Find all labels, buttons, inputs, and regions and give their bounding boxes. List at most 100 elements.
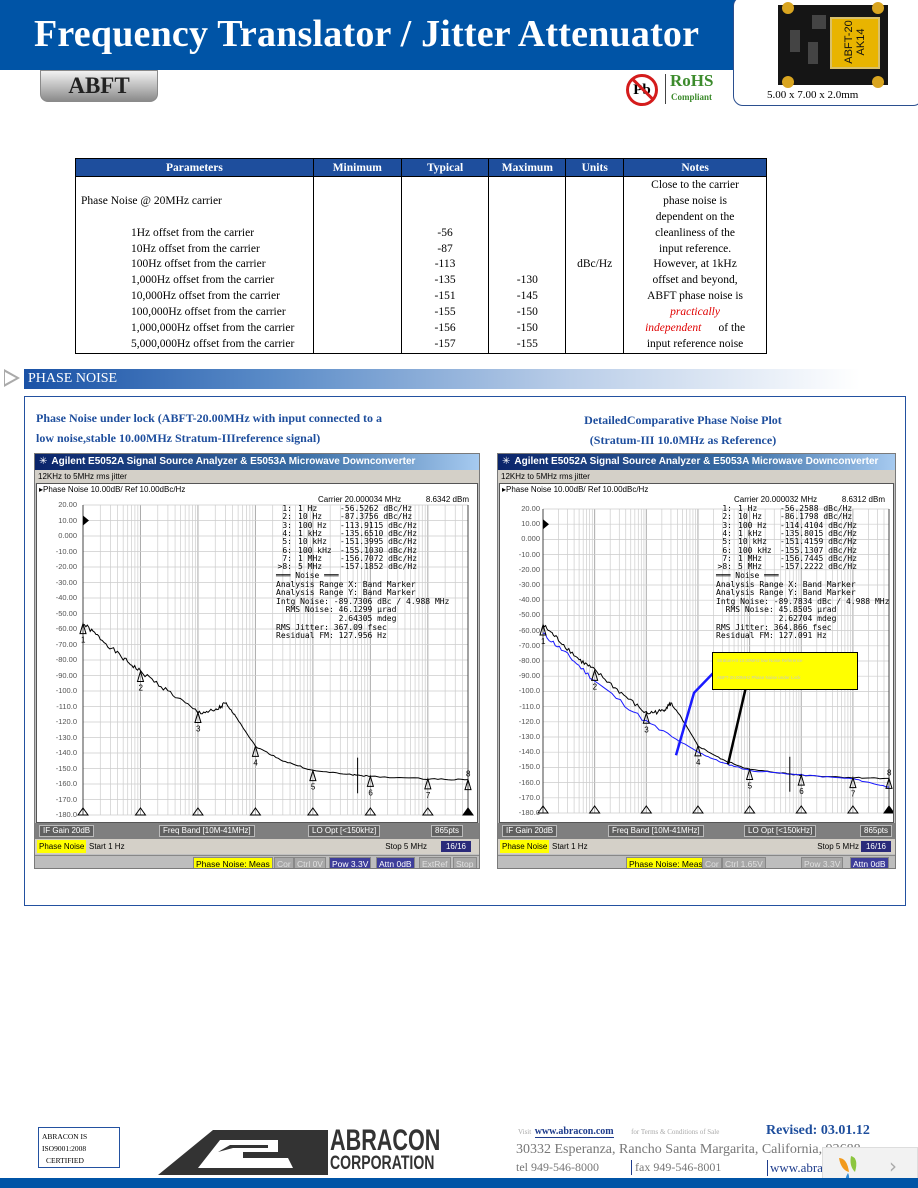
annotation-line: Stratum-III 10.00MHz low Noise Reference bbox=[717, 658, 803, 663]
softkey-pow-3-3v[interactable]: Pow 3.3V bbox=[801, 857, 844, 868]
status-field: LO Opt [<150kHz] bbox=[308, 825, 381, 837]
y-tick-label: 0.000 bbox=[521, 534, 540, 544]
section-title: PHASE NOISE bbox=[28, 371, 118, 386]
note-line: However, at 1kHz bbox=[653, 258, 737, 271]
start-frequency: Start 1 Hz bbox=[89, 842, 125, 851]
status-field: 865pts bbox=[860, 825, 893, 837]
y-tick-label: -120.0 bbox=[518, 716, 540, 726]
maximum-value: -155 bbox=[516, 337, 538, 350]
chip-component bbox=[790, 30, 800, 52]
softkey-ctrl-1-65v[interactable]: Ctrl 1.65V bbox=[722, 857, 766, 868]
maximum-cell: -130 -145 -150 -150 -155 bbox=[488, 176, 567, 354]
chip-pad bbox=[872, 76, 884, 88]
softkey-attn-0db[interactable]: Attn 0dB bbox=[850, 857, 889, 868]
graph-panel: ▸Phase Noise 10.00dB/ Ref 10.00dBc/Hz 1 2 3… bbox=[36, 483, 478, 823]
y-tick-label: -100.0 bbox=[518, 686, 540, 696]
chevron-right-icon[interactable]: › bbox=[889, 1154, 897, 1178]
status-bar: IF Gain 20dB Freq Band [10M-41MHz] LO Opt … bbox=[498, 823, 895, 839]
maximum-value: -150 bbox=[516, 322, 538, 335]
y-tick-label: -50.00 bbox=[55, 608, 77, 618]
y-tick-label: -90.00 bbox=[55, 670, 77, 680]
annotation-arrow bbox=[726, 686, 748, 765]
softkey-cor[interactable]: Cor bbox=[702, 857, 722, 868]
mode-indicator[interactable]: Phase Noise bbox=[500, 840, 550, 853]
softkey-cor[interactable]: Cor bbox=[274, 857, 294, 868]
softkey-ctrl-0v[interactable]: Ctrl 0V bbox=[294, 857, 326, 868]
softkey-extref[interactable]: ExtRef bbox=[419, 857, 451, 868]
right-plot-caption: DetailedComparative Phase Noise Plot (Str… bbox=[584, 413, 782, 447]
y-tick-label: -30.00 bbox=[518, 580, 540, 589]
page-indicator: 16/16 bbox=[860, 841, 891, 852]
y-tick-label: 10.00 bbox=[521, 519, 540, 529]
measurement-status-row: Phase Noise Start 1 Hz Stop 5 MHz 16/16 bbox=[498, 839, 895, 854]
note-line: input reference. bbox=[659, 242, 732, 255]
phase-noise-screen-left: ✳ Agilent E5052A Signal Source Analyzer &… bbox=[34, 453, 480, 869]
softkey-stop[interactable]: Stop bbox=[453, 857, 477, 868]
marker-value: -157.2222 dBc/Hz bbox=[780, 562, 858, 572]
column-header: Notes bbox=[623, 158, 767, 177]
status-field: LO Opt [<150kHz] bbox=[744, 825, 817, 837]
website-link[interactable]: www.abracon.com bbox=[534, 1126, 614, 1138]
parameter-row-label: 1,000Hz offset from the carrier bbox=[131, 274, 275, 287]
abracon-logo-icon bbox=[158, 1130, 328, 1175]
marker-number: 6 bbox=[799, 787, 804, 796]
chip-pad bbox=[872, 2, 884, 14]
visit-line: Visit www.abracon.com for Terms & Condit… bbox=[518, 1126, 720, 1138]
iso-certification-box: ABRACON IS ISO9001:2008 CERTIFIED bbox=[38, 1127, 120, 1168]
maximum-value bbox=[489, 257, 565, 273]
window-title: Agilent E5052A Signal Source Analyzer & … bbox=[51, 456, 416, 467]
page-title: Frequency Translator / Jitter Attenuator bbox=[34, 13, 700, 55]
marker-number: 5 bbox=[748, 782, 753, 791]
maximum-value: -130 bbox=[516, 274, 538, 287]
y-tick-label: -40.00 bbox=[518, 595, 540, 605]
column-header: Minimum bbox=[312, 158, 402, 177]
marker-number: 3 bbox=[644, 725, 649, 734]
typical-value: -157 bbox=[434, 337, 456, 350]
parameter-row-label: 1Hz offset from the carrier bbox=[131, 226, 255, 239]
y-tick-label: -80.00 bbox=[55, 655, 77, 664]
typical-value: -135 bbox=[434, 274, 456, 287]
y-tick-label: -70.00 bbox=[518, 640, 540, 650]
maximum-value: -150 bbox=[516, 306, 538, 319]
parameter-row-label: 10Hz offset from the carrier bbox=[131, 242, 260, 255]
start-frequency: Start 1 Hz bbox=[552, 842, 588, 851]
section-arrow-icon-inner bbox=[5, 372, 16, 384]
power-readout: 8.6342 dBm bbox=[425, 495, 469, 504]
phase-noise-spec-table: Parameters Minimum Typical Maximum Units… bbox=[75, 158, 767, 354]
left-plot-caption: Phase Noise under lock (ABFT-20.00MHz wi… bbox=[36, 411, 383, 445]
note-line: offset and beyond, bbox=[652, 274, 738, 287]
softkey-pow-3-3v[interactable]: Pow 3.3V bbox=[329, 857, 372, 868]
softkey-phase-noise-meas[interactable]: Phase Noise: Meas bbox=[626, 857, 706, 868]
parameter-row-label: 100Hz offset from the carrier bbox=[131, 258, 266, 271]
y-tick-label: -30.00 bbox=[55, 577, 77, 587]
reference-level-marker-icon[interactable] bbox=[543, 519, 549, 530]
address: 30332 Esperanza, Rancho Santa Margarita,… bbox=[516, 1142, 861, 1157]
x-axis-marker-icon bbox=[462, 807, 474, 816]
reference-level-marker-icon[interactable] bbox=[83, 515, 89, 526]
marker-number: 7 bbox=[426, 791, 431, 800]
y-tick-label: -160.0 bbox=[55, 779, 77, 788]
parameters-cell: Phase Noise @ 20MHz carrier 1Hz offset f… bbox=[75, 176, 314, 354]
divider bbox=[665, 74, 666, 104]
parameter-row-label: 1,000,000Hz offset from the carrier bbox=[131, 322, 295, 335]
marker-number: 2 bbox=[138, 683, 143, 692]
minimum-cell bbox=[312, 176, 402, 354]
softkey-attn-0db[interactable]: Attn 0dB bbox=[376, 857, 415, 868]
y-tick-label: -10.00 bbox=[518, 549, 540, 559]
marker-number: 3 bbox=[196, 725, 201, 734]
mode-indicator[interactable]: Phase Noise bbox=[37, 840, 87, 853]
y-tick-label: -40.00 bbox=[55, 593, 77, 602]
marker-number: 8 bbox=[466, 770, 471, 779]
status-field: IF Gain 20dB bbox=[502, 825, 558, 837]
y-tick-label: -130.0 bbox=[55, 732, 77, 742]
table-row: Phase Noise @ 20MHz carrier 1Hz offset f… bbox=[75, 176, 767, 354]
y-tick-label: -100.0 bbox=[55, 686, 77, 695]
softkey-phase-noise-meas[interactable]: Phase Noise: Meas bbox=[193, 857, 273, 868]
y-tick-label: -90.00 bbox=[518, 671, 540, 681]
y-tick-label: 20.00 bbox=[521, 504, 540, 513]
measurement-subtitle: 12KHz to 5MHz rms jitter bbox=[35, 470, 479, 483]
y-tick-label: -130.0 bbox=[518, 732, 540, 741]
marker-number: 6 bbox=[368, 788, 373, 797]
marker-number: 7 bbox=[851, 790, 856, 799]
annotation-box: Stratum-III 10.00MHz low Noise Reference… bbox=[712, 652, 858, 690]
